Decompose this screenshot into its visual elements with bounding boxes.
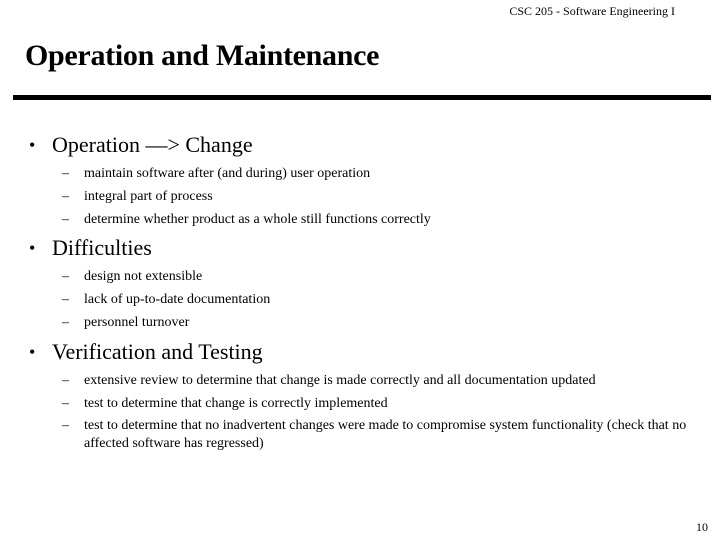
section-heading: Difficulties bbox=[52, 235, 152, 260]
dash-icon: – bbox=[62, 292, 69, 307]
dash-icon: – bbox=[62, 189, 69, 204]
list-item-text: test to determine that no inadvertent ch… bbox=[84, 418, 687, 451]
dash-icon: – bbox=[62, 396, 69, 411]
list-item: – maintain software after (and during) u… bbox=[0, 162, 720, 185]
section-heading: Verification and Testing bbox=[52, 339, 263, 364]
section-verification-testing: • Verification and Testing – extensive r… bbox=[0, 338, 720, 455]
list-item: – lack of up-to-date documentation bbox=[0, 288, 720, 311]
list-item-text: personnel turnover bbox=[84, 315, 190, 330]
bullet-icon: • bbox=[29, 342, 36, 362]
list-item-text: extensive review to determine that chang… bbox=[84, 373, 596, 388]
section-difficulties: • Difficulties – design not extensible –… bbox=[0, 234, 720, 334]
list-item: – extensive review to determine that cha… bbox=[0, 369, 720, 392]
slide-title: Operation and Maintenance bbox=[25, 39, 380, 72]
list-item: – personnel turnover bbox=[0, 311, 720, 334]
list-item: – test to determine that no inadvertent … bbox=[0, 415, 720, 455]
list-item-text: determine whether product as a whole sti… bbox=[84, 212, 431, 227]
section-heading: Operation —> Change bbox=[52, 132, 253, 157]
bullet-icon: • bbox=[29, 238, 36, 258]
list-item-text: test to determine that change is correct… bbox=[84, 396, 388, 411]
section-operation-change: • Operation —> Change – maintain softwar… bbox=[0, 131, 720, 231]
list-item-text: design not extensible bbox=[84, 269, 203, 284]
list-item: – determine whether product as a whole s… bbox=[0, 208, 720, 231]
list-item-text: maintain software after (and during) use… bbox=[84, 166, 371, 181]
bullet-icon: • bbox=[29, 135, 36, 155]
list-item: – design not extensible bbox=[0, 265, 720, 288]
list-item: – integral part of process bbox=[0, 185, 720, 208]
list-item: – test to determine that change is corre… bbox=[0, 392, 720, 415]
page-number: 10 bbox=[696, 520, 708, 534]
dash-icon: – bbox=[62, 373, 69, 388]
list-item-text: lack of up-to-date documentation bbox=[84, 292, 271, 307]
list-item-text: integral part of process bbox=[84, 189, 213, 204]
dash-icon: – bbox=[62, 212, 69, 227]
dash-icon: – bbox=[62, 418, 69, 433]
dash-icon: – bbox=[62, 166, 69, 181]
course-header: CSC 205 - Software Engineering I bbox=[509, 4, 675, 18]
title-divider bbox=[13, 95, 711, 100]
dash-icon: – bbox=[62, 315, 69, 330]
dash-icon: – bbox=[62, 269, 69, 284]
